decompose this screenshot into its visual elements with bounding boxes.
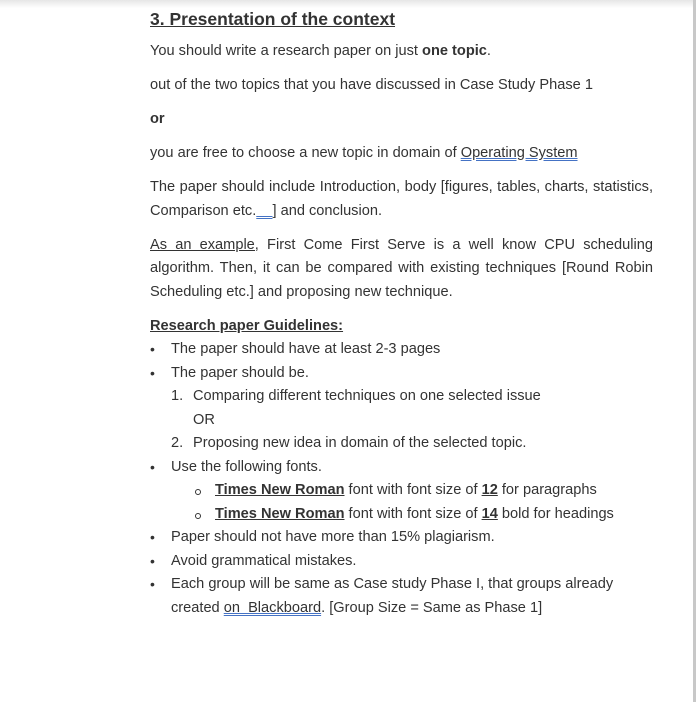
text: you are free to choose a new topic in do… — [150, 145, 461, 161]
text: bold for headings — [497, 505, 614, 522]
text: You should write a research paper on jus… — [150, 43, 423, 59]
list-item: Avoid grammatical mistakes. — [150, 550, 653, 574]
list-item: The paper should have at least 2-3 pages — [150, 338, 653, 362]
paragraph-new-topic: you are free to choose a new topic in do… — [150, 142, 653, 166]
blackboard-link[interactable]: on Blackboard — [224, 600, 321, 616]
text: ] and conclusion. — [272, 202, 383, 219]
font-item: Times New Roman font with font size of 1… — [193, 503, 653, 527]
list-item: Use the following fonts. Times New Roman… — [150, 456, 653, 527]
paragraph-example: As an example, First Come First Serve is… — [150, 234, 653, 305]
list-item: The paper should be. 1. Comparing differe… — [150, 362, 653, 456]
list-item: Each group will be same as Case study Ph… — [150, 573, 653, 620]
number: 2. — [171, 435, 184, 451]
numbered-item: 1. Comparing different techniques on one … — [171, 385, 653, 409]
document-page: 3. Presentation of the context You shoul… — [150, 8, 653, 620]
font-size: 14 — [481, 505, 498, 522]
list-item: Paper should not have more than 15% plag… — [150, 526, 653, 550]
text: for paragraphs — [497, 482, 597, 498]
paragraph-or: or — [150, 108, 653, 132]
font-item: Times New Roman font with font size of 1… — [193, 479, 653, 503]
bold-one-topic: one topic — [422, 43, 487, 59]
operating-system-link[interactable]: Operating System — [461, 145, 578, 161]
or-text: or — [150, 111, 165, 127]
font-name: Times New Roman — [215, 505, 345, 522]
page-top-shadow — [0, 0, 693, 8]
example-label: As an example, — [150, 236, 259, 253]
numbered-list: 1. Comparing different techniques on one … — [171, 385, 653, 456]
text: The paper should include Introduction, b… — [150, 179, 653, 219]
font-name: Times New Roman — [215, 482, 345, 498]
paragraph-paper-include: The paper should include Introduction, b… — [150, 176, 653, 223]
or-text: OR — [193, 411, 215, 428]
number: 1. — [171, 388, 184, 404]
text: . [Group Size = Same as Phase 1] — [321, 599, 543, 616]
text: Proposing new idea in domain of the sele… — [193, 435, 527, 451]
font-list: Times New Roman font with font size of 1… — [171, 479, 653, 526]
text: . — [486, 43, 491, 59]
guidelines-heading: Research paper Guidelines: — [150, 317, 344, 334]
paragraph-one-topic: You should write a research paper on jus… — [150, 40, 653, 64]
text: Use the following fonts. — [171, 458, 322, 475]
spelling-mark — [256, 203, 272, 219]
text: font with font size of — [344, 505, 482, 522]
section-heading: 3. Presentation of the context — [150, 9, 396, 29]
paragraph-two-topics: out of the two topics that you have disc… — [150, 77, 593, 93]
text: Comparing different techniques on one se… — [193, 388, 541, 404]
numbered-item: 2. Proposing new idea in domain of the se… — [171, 432, 653, 456]
guidelines-list: The paper should have at least 2-3 pages… — [150, 338, 653, 620]
text: font with font size of — [344, 482, 482, 498]
text: The paper should be. — [171, 364, 309, 381]
font-size: 12 — [481, 482, 498, 498]
